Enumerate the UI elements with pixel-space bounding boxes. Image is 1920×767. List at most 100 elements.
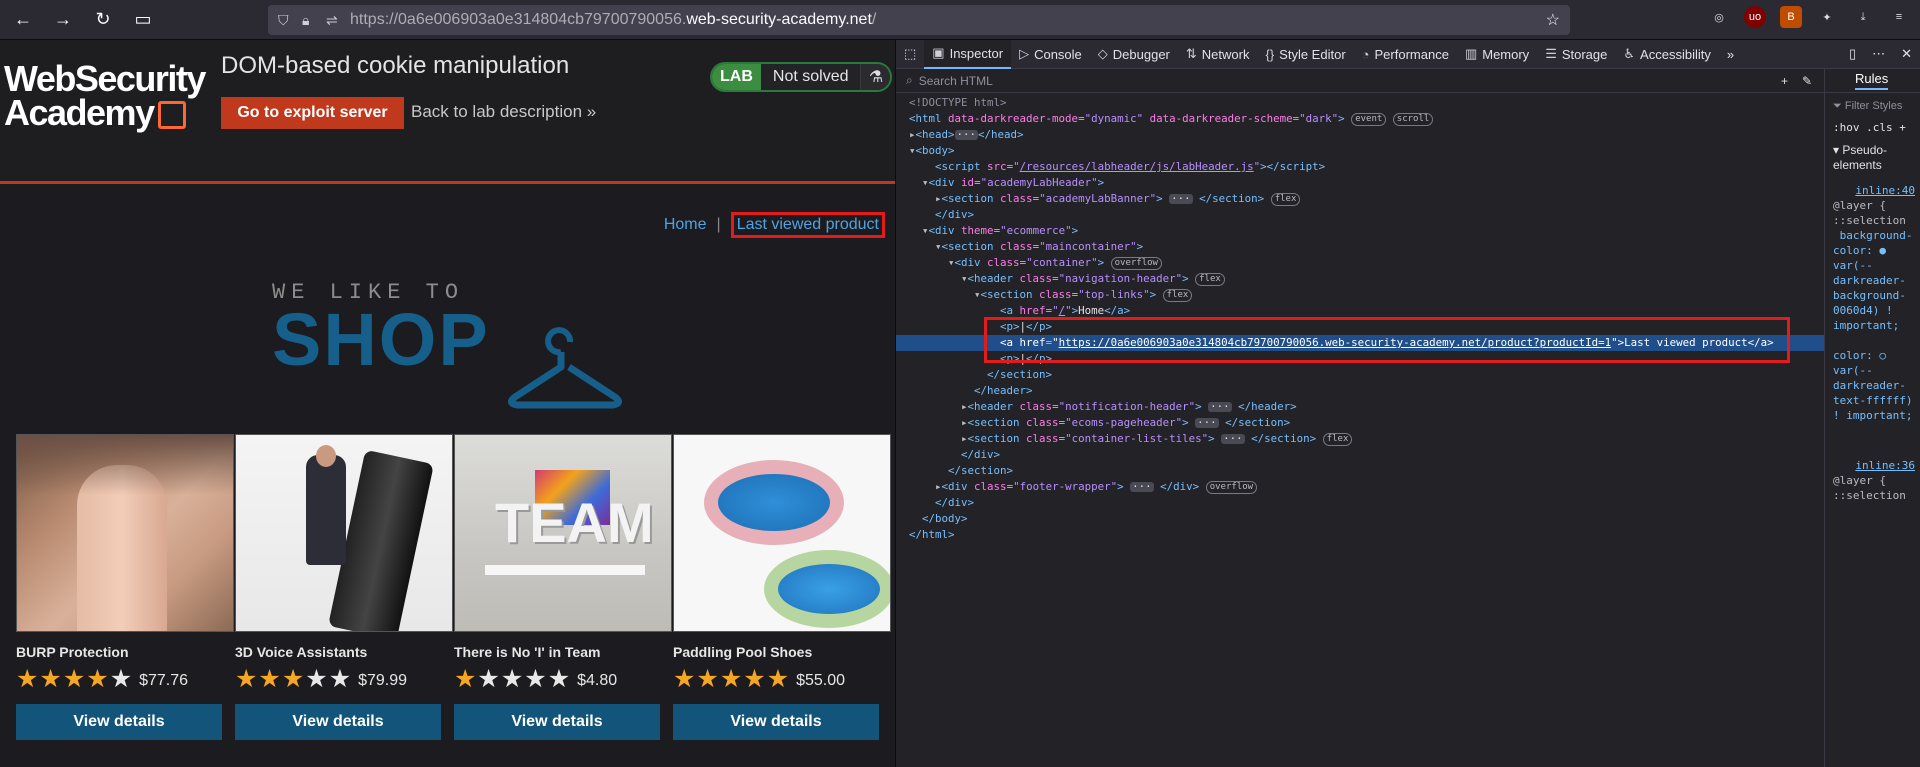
product-image[interactable] (16, 434, 234, 632)
cls-toggle[interactable]: .cls (1866, 121, 1893, 134)
view-details-button[interactable]: View details (16, 704, 222, 740)
tab-label: Console (1034, 46, 1082, 62)
ublock-icon[interactable]: uo (1744, 6, 1766, 28)
html-inspector: ⌕ Search HTML + ✎ <!DOCTYPE html> <html d… (896, 69, 1824, 767)
tab-rules[interactable]: Rules (1825, 69, 1920, 93)
product-price: $77.76 (139, 672, 189, 689)
search-html-input[interactable]: ⌕ Search HTML + ✎ (896, 69, 1824, 93)
tab-storage[interactable]: ☰ Storage (1537, 40, 1615, 69)
browser-toolbar: ← → ↻ ▭ ⛉ 🔒︎ ⇌ https://0a6e006903a0e3148… (0, 0, 1920, 40)
tab-label: Performance (1374, 46, 1449, 62)
bookmark-star-icon[interactable]: ☆ (1546, 10, 1560, 30)
dom-node[interactable]: ▸<header class="notification-header"> ··… (896, 399, 1824, 415)
nav-home-link[interactable]: Home (664, 216, 707, 234)
dom-node[interactable]: ▾<section class="maincontainer"> (896, 239, 1824, 255)
product-image[interactable] (235, 434, 453, 632)
tab-network[interactable]: ⇅ Network (1178, 40, 1258, 69)
extensions-puzzle-icon[interactable]: ✦ (1816, 6, 1838, 28)
product-image[interactable] (673, 434, 891, 632)
dom-node[interactable]: <script src="/resources/labheader/js/lab… (896, 159, 1824, 175)
dom-node[interactable]: </div> (896, 495, 1824, 511)
dom-node[interactable]: ▾<div theme="ecommerce"> (896, 223, 1824, 239)
dom-node[interactable]: ▸<head> ··· </head> (896, 127, 1824, 143)
sidebar-toggle-icon[interactable]: ▭ (126, 3, 160, 37)
dom-node[interactable]: ▾<body> (896, 143, 1824, 159)
product-card: Paddling Pool Shoes ★★★★★ $55.00 View det… (673, 434, 892, 740)
tab-performance[interactable]: ◔ Performance (1354, 40, 1457, 69)
devtools-panel: ⬚ ▣ Inspector ▷ Console ◇ Debugger ⇅ Network… (895, 39, 1920, 767)
tab-console[interactable]: ▷ Console (1011, 40, 1090, 69)
dom-node[interactable]: ▸<section class="academyLabBanner"> ··· … (896, 191, 1824, 207)
nav-separator: | (716, 216, 721, 233)
web-security-academy-logo[interactable]: WebSecurity Academy (4, 61, 206, 131)
menu-icon[interactable]: ≡ (1888, 6, 1910, 28)
lab-status-widget: LAB Not solved ⚗ (710, 62, 893, 92)
back-arrow-icon[interactable]: ← (6, 3, 40, 37)
back-link-label: Back to lab description (411, 102, 583, 121)
back-to-lab-description-link[interactable]: Back to lab description » (411, 102, 596, 122)
dom-node[interactable]: </div> (896, 207, 1824, 223)
dom-node[interactable]: ▸<section class="ecoms-pageheader"> ··· … (896, 415, 1824, 431)
search-icon: ⌕ (906, 73, 913, 87)
dom-node[interactable]: <!DOCTYPE html> (896, 95, 1824, 111)
add-rule-icon[interactable]: + (1899, 121, 1906, 134)
tab-style-editor[interactable]: {} Style Editor (1257, 40, 1353, 69)
hanger-icon (508, 327, 622, 409)
exploit-server-button[interactable]: Go to exploit server (221, 97, 404, 129)
extension-glasses-icon[interactable]: ◎ (1708, 6, 1730, 28)
dom-node[interactable]: ▸<div class="footer-wrapper"> ··· </div>… (896, 479, 1824, 495)
eyedropper-icon[interactable]: ✎ (1802, 74, 1812, 88)
dock-icon[interactable]: ▯ (1841, 40, 1864, 69)
console-icon: ▷ (1019, 46, 1030, 61)
hov-toggle[interactable]: :hov (1833, 121, 1860, 134)
dom-node[interactable]: </html> (896, 527, 1824, 543)
tab-inspector[interactable]: ▣ Inspector (924, 39, 1012, 69)
tab-memory[interactable]: ▥ Memory (1457, 40, 1537, 69)
view-details-button[interactable]: View details (235, 704, 441, 740)
rule-source-link[interactable]: inline:40 (1825, 183, 1920, 198)
dom-node[interactable]: ▸<section class="container-list-tiles"> … (896, 431, 1824, 447)
dom-node[interactable]: </section> (896, 463, 1824, 479)
layer-rule: @layer { (1833, 199, 1886, 212)
star-filled-icon: ★ (766, 665, 790, 693)
dom-node[interactable]: </section> (896, 367, 1824, 383)
product-name: Paddling Pool Shoes (673, 644, 813, 660)
dom-node[interactable]: </div> (896, 447, 1824, 463)
close-icon[interactable]: ✕ (1893, 40, 1920, 69)
dom-node[interactable]: </body> (896, 511, 1824, 527)
product-price: $79.99 (358, 672, 408, 689)
view-details-button[interactable]: View details (673, 704, 879, 740)
view-details-button[interactable]: View details (454, 704, 660, 740)
product-price: $4.80 (577, 672, 618, 689)
dom-node[interactable]: </header> (896, 383, 1824, 399)
dom-node[interactable]: ▾<section class="top-links"> flex (896, 287, 1824, 303)
lab-status-text: Not solved (772, 68, 849, 85)
forward-arrow-icon[interactable]: → (46, 3, 80, 37)
downloads-icon[interactable]: ⤓ (1852, 6, 1874, 28)
add-node-icon[interactable]: + (1781, 74, 1788, 88)
star-empty-icon: ★ (477, 665, 500, 693)
burp-extension-icon[interactable]: B (1780, 6, 1802, 28)
tab-accessibility[interactable]: ♿︎ Accessibility (1615, 40, 1718, 69)
filter-styles-input[interactable]: ⏷ Filter Styles (1825, 99, 1920, 114)
star-filled-icon: ★ (86, 665, 109, 693)
reload-icon[interactable]: ↻ (86, 3, 120, 37)
rule-source-link[interactable]: inline:36 (1825, 458, 1920, 473)
url-bar[interactable]: ⛉ 🔒︎ ⇌ https://0a6e006903a0e314804cb7970… (268, 5, 1570, 35)
product-image[interactable]: TEAM (454, 434, 672, 632)
tab-label: Accessibility (1640, 46, 1711, 62)
dom-node[interactable]: ▾<div class="container"> overflow (896, 255, 1824, 271)
options-menu-icon[interactable]: ⋯ (1864, 40, 1893, 69)
dom-node[interactable]: <html data-darkreader-mode="dynamic" dat… (896, 111, 1824, 127)
dom-node[interactable]: ▾<header class="navigation-header"> flex (896, 271, 1824, 287)
flask-icon[interactable]: ⚗ (860, 64, 891, 90)
element-picker-icon[interactable]: ⬚ (896, 40, 924, 69)
pseudo-elements-header[interactable]: ▾ Pseudo-elements (1825, 143, 1920, 173)
star-filled-icon: ★ (39, 665, 62, 693)
tab-debugger[interactable]: ◇ Debugger (1090, 40, 1178, 69)
star-filled-icon: ★ (235, 665, 258, 693)
last-viewed-product-link[interactable]: Last viewed product (730, 212, 885, 238)
more-tabs-icon[interactable]: » (1719, 40, 1742, 69)
dom-node[interactable]: ▾<div id="academyLabHeader"> (896, 175, 1824, 191)
star-filled-icon: ★ (719, 665, 743, 693)
